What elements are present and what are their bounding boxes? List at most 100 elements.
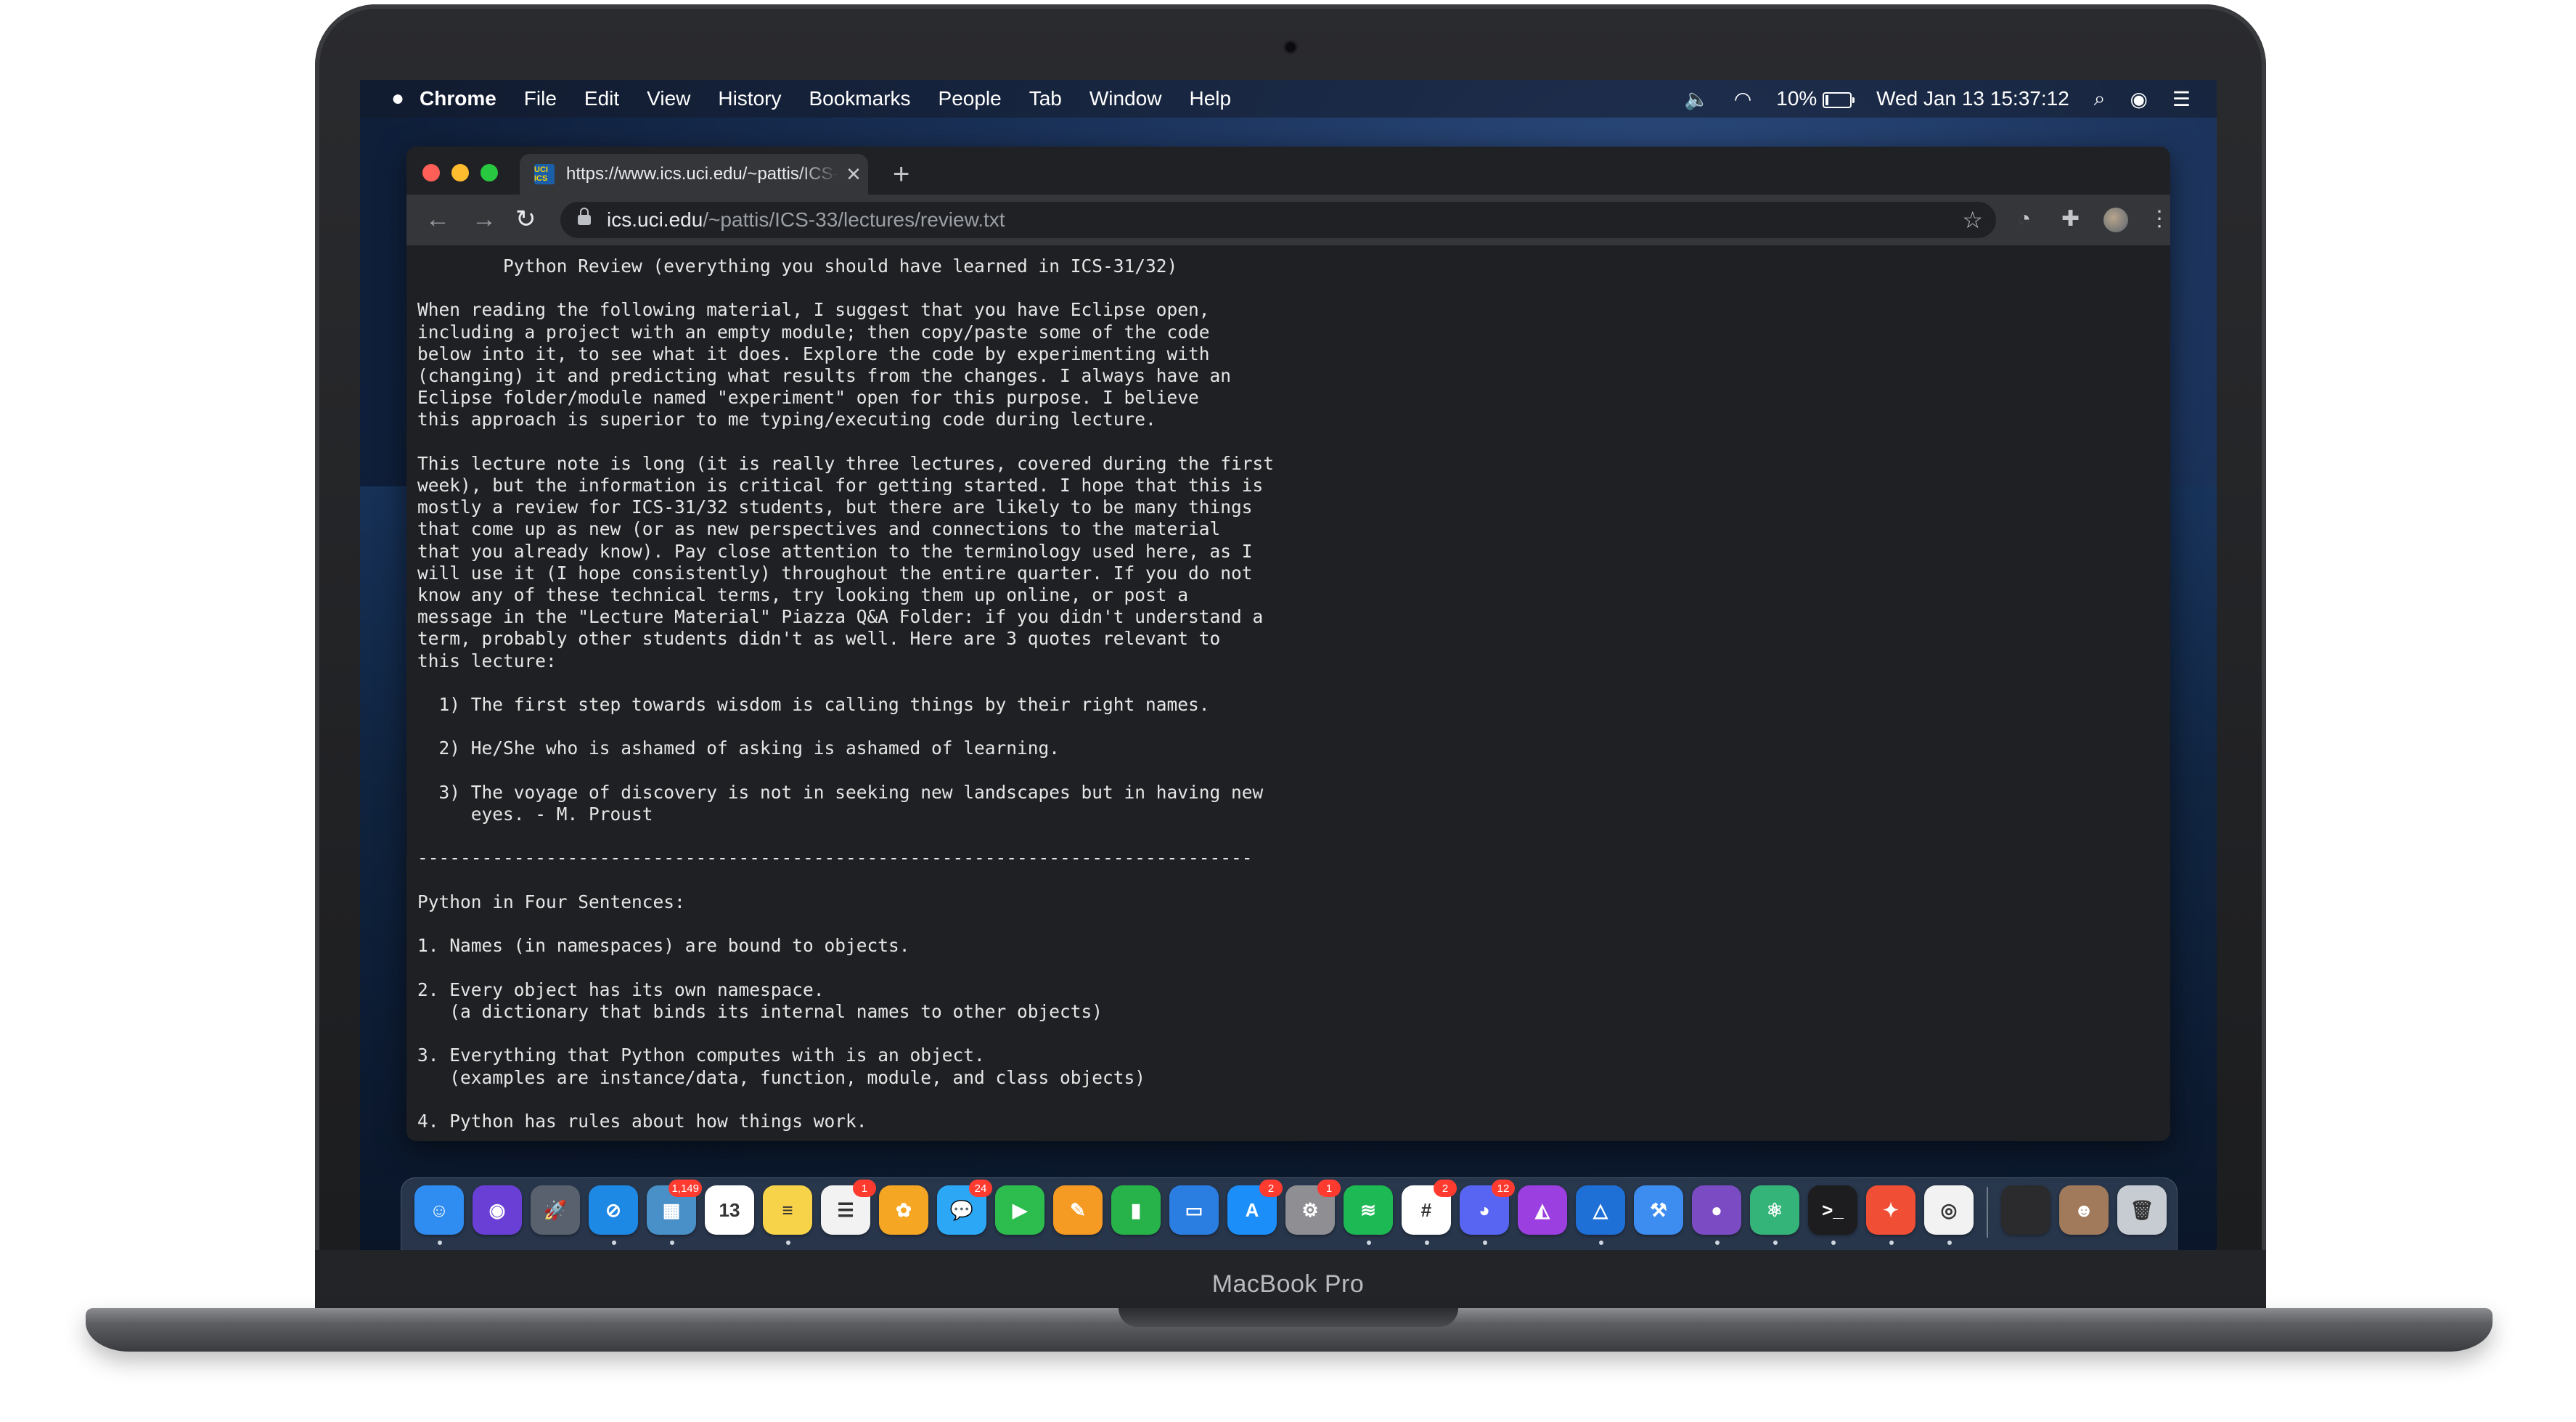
minimize-window-button[interactable] xyxy=(451,164,469,181)
dock-separator xyxy=(1987,1187,1988,1238)
notification-badge: 1 xyxy=(1317,1180,1341,1197)
launchpad-icon[interactable]: 🚀 xyxy=(531,1185,580,1235)
affinity-photo-glyph: ◭ xyxy=(1535,1198,1550,1221)
chrome-icon[interactable]: ◎ xyxy=(1924,1185,1974,1245)
screen: ● Chrome File Edit View History Bookmark… xyxy=(360,80,2217,1250)
browser-toolbar: ← → ↻ ics.uci.edu/~pattis/ICS-33/lecture… xyxy=(406,195,2170,245)
facetime-glyph: ▶ xyxy=(1013,1198,1027,1221)
browser-tab[interactable]: UCI ICS https://www.ics.uci.edu/~pattis/… xyxy=(520,154,868,195)
discord-icon[interactable]: ◕ 12 xyxy=(1460,1180,1515,1245)
safari-icon[interactable]: ⊘ xyxy=(589,1185,638,1245)
running-indicator xyxy=(1367,1241,1371,1245)
menu-file[interactable]: File xyxy=(524,87,557,110)
extension-icon[interactable]: ◔ xyxy=(2018,205,2031,234)
spotlight-search-icon[interactable]: ⌕ xyxy=(2094,87,2106,111)
menu-app-name[interactable]: Chrome xyxy=(420,87,496,110)
page-content: Python Review (everything you should hav… xyxy=(406,245,2170,1141)
atom-glyph: ⚛ xyxy=(1766,1198,1783,1221)
running-indicator xyxy=(670,1241,674,1245)
url-host: ics.uci.edu xyxy=(607,208,703,231)
menu-edit[interactable]: Edit xyxy=(584,87,619,110)
atom-icon[interactable]: ⚛ xyxy=(1750,1185,1799,1245)
user-photo-icon[interactable]: ☻ xyxy=(2059,1185,2109,1235)
uci-ics-favicon-icon: UCI ICS xyxy=(534,164,555,184)
github-icon[interactable]: ● xyxy=(1692,1185,1741,1245)
clock[interactable]: Wed Jan 13 15:37:12 xyxy=(1876,87,2069,110)
chrome-window: UCI ICS https://www.ics.uci.edu/~pattis/… xyxy=(406,147,2170,1141)
notification-badge: 12 xyxy=(1492,1180,1515,1197)
tab-strip: UCI ICS https://www.ics.uci.edu/~pattis/… xyxy=(406,147,2170,195)
app-store-glyph: A xyxy=(1245,1198,1259,1221)
xcode-icon[interactable]: ⚒ xyxy=(1634,1185,1683,1235)
notes-icon[interactable]: ≡ xyxy=(763,1185,812,1245)
notification-badge: 1 xyxy=(853,1180,876,1197)
photos-icon[interactable]: ✿ xyxy=(879,1185,928,1235)
spotify-icon[interactable]: ≋ xyxy=(1344,1185,1393,1245)
menu-tab[interactable]: Tab xyxy=(1029,87,1062,110)
keynote-icon[interactable]: ▭ xyxy=(1169,1185,1219,1235)
app-store-icon[interactable]: A2 xyxy=(1227,1180,1283,1235)
numbers-glyph: ▮ xyxy=(1130,1198,1142,1221)
siri-status-icon[interactable]: ◉ xyxy=(2130,87,2147,111)
running-indicator xyxy=(1773,1241,1778,1245)
affinity-designer-icon[interactable]: △ xyxy=(1576,1185,1625,1245)
more-menu-icon[interactable]: ⋮ xyxy=(2148,205,2170,234)
wifi-icon[interactable]: ◠ xyxy=(1734,87,1751,111)
reminders-glyph: ☰ xyxy=(837,1198,854,1221)
menu-bookmarks[interactable]: Bookmarks xyxy=(809,87,910,110)
affinity-photo-icon[interactable]: ◭ xyxy=(1518,1185,1567,1235)
running-indicator xyxy=(1483,1241,1487,1245)
terminal-icon[interactable]: >_ xyxy=(1808,1185,1857,1245)
battery-indicator[interactable]: 10% xyxy=(1776,87,1855,110)
running-indicator xyxy=(612,1241,616,1245)
menu-help[interactable]: Help xyxy=(1189,87,1231,110)
trash-icon[interactable]: 🗑 xyxy=(2117,1185,2167,1235)
profile-avatar[interactable] xyxy=(2103,208,2128,232)
battery-percent: 10% xyxy=(1776,87,1817,110)
apple-menu-icon[interactable]: ● xyxy=(376,86,420,111)
reminders-icon[interactable]: ☰ 1 xyxy=(821,1180,876,1235)
menu-view[interactable]: View xyxy=(647,87,690,110)
facetime-icon[interactable]: ▶ xyxy=(995,1185,1044,1235)
battery-icon xyxy=(1823,91,1855,108)
notification-center-icon[interactable]: ☰ xyxy=(2172,87,2191,111)
pixelmator-icon[interactable]: ✦ xyxy=(1866,1185,1915,1245)
keynote-glyph: ▭ xyxy=(1185,1198,1203,1221)
lock-icon[interactable] xyxy=(578,208,591,225)
github-glyph: ● xyxy=(1711,1198,1722,1221)
trash-glyph: 🗑 xyxy=(2130,1198,2154,1221)
slack-icon[interactable]: #2 xyxy=(1402,1180,1457,1245)
running-indicator xyxy=(1831,1241,1836,1245)
running-indicator xyxy=(1889,1241,1894,1245)
macbook-brand-label: MacBook Pro xyxy=(1211,1270,1365,1298)
reload-button[interactable]: ↻ xyxy=(515,205,536,234)
calendar-icon[interactable]: 13 xyxy=(705,1185,754,1235)
forward-button[interactable]: → xyxy=(472,205,496,234)
launchpad-glyph: 🚀 xyxy=(543,1198,568,1221)
volume-icon[interactable]: 🔈 xyxy=(1684,87,1709,111)
menu-people[interactable]: People xyxy=(939,87,1002,110)
zoom-window-button[interactable] xyxy=(481,164,498,181)
preview-icon[interactable]: ▦ 1,149 xyxy=(647,1180,702,1245)
numbers-icon[interactable]: ▮ xyxy=(1111,1185,1161,1235)
safari-glyph: ⊘ xyxy=(605,1198,621,1221)
address-bar[interactable]: ics.uci.edu/~pattis/ICS-33/lectures/revi… xyxy=(560,202,1996,238)
messages-icon[interactable]: 💬 24 xyxy=(937,1180,992,1235)
pages-icon[interactable]: ✎ xyxy=(1053,1185,1103,1235)
bookmark-star-icon[interactable]: ☆ xyxy=(1962,206,1983,234)
close-tab-icon[interactable]: ✕ xyxy=(839,163,868,186)
running-indicator xyxy=(1947,1241,1952,1245)
screenshot-thumbnail-icon[interactable] xyxy=(2001,1185,2050,1235)
notification-badge: 24 xyxy=(969,1180,992,1197)
messages-glyph: 💬 xyxy=(949,1198,974,1221)
system-preferences-icon[interactable]: ⚙ 1 xyxy=(1285,1180,1341,1235)
new-tab-button[interactable]: + xyxy=(893,157,909,192)
siri-icon[interactable]: ◉ xyxy=(473,1185,522,1235)
menu-window[interactable]: Window xyxy=(1089,87,1162,110)
discord-glyph: ◕ xyxy=(1479,1198,1490,1221)
back-button[interactable]: ← xyxy=(425,205,450,234)
menu-history[interactable]: History xyxy=(718,87,781,110)
close-window-button[interactable] xyxy=(422,164,440,181)
finder-icon[interactable]: ☺ xyxy=(414,1185,464,1245)
extensions-puzzle-icon[interactable]: ✚ xyxy=(2061,205,2080,234)
